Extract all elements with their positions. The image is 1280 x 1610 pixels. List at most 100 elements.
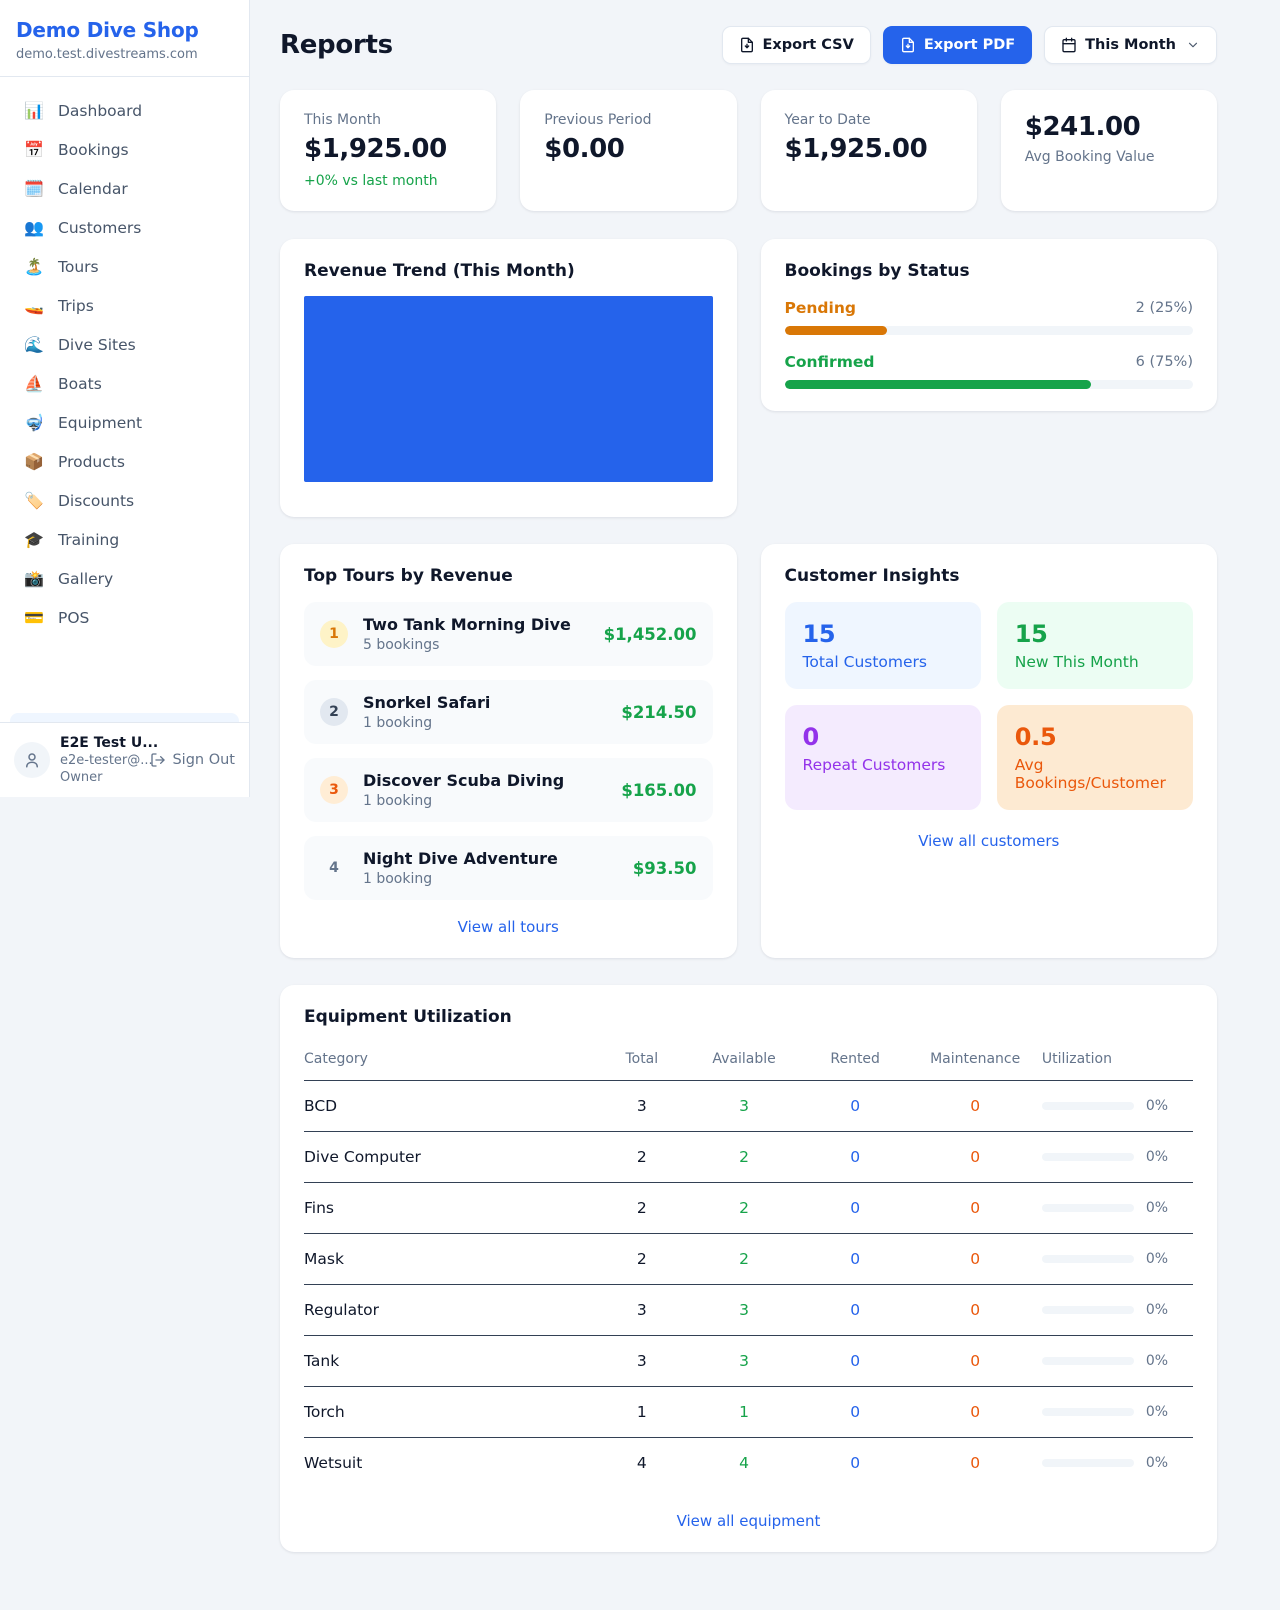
view-all-tours-link[interactable]: View all tours (304, 918, 713, 936)
calendar-icon: 🗓️ (24, 179, 44, 198)
sidebar-item-boats[interactable]: ⛵ Boats (10, 364, 239, 403)
sidebar-item-dashboard[interactable]: 📊 Dashboard (10, 91, 239, 130)
sidebar: Demo Dive Shop demo.test.divestreams.com… (0, 0, 250, 797)
utilization-cell: 0% (1042, 1404, 1193, 1420)
discounts-icon: 🏷️ (24, 491, 44, 510)
equipment-category: Mask (304, 1234, 597, 1285)
sidebar-item-products[interactable]: 📦 Products (10, 442, 239, 481)
utilization-cell: 0% (1042, 1200, 1193, 1216)
tour-name: Discover Scuba Diving (363, 771, 606, 790)
tour-row[interactable]: 1 Two Tank Morning Dive 5 bookings $1,45… (304, 602, 713, 666)
sidebar-item-trips[interactable]: 🚤 Trips (10, 286, 239, 325)
tour-name: Two Tank Morning Dive (363, 615, 589, 634)
sidebar-item-label: POS (58, 609, 89, 627)
equipment-available: 2 (686, 1132, 802, 1183)
sidebar-item-dive-sites[interactable]: 🌊 Dive Sites (10, 325, 239, 364)
calendar-icon (1061, 37, 1077, 53)
progress-fill (785, 380, 1091, 389)
table-row: BCD 3 3 0 0 0% (304, 1081, 1193, 1132)
sidebar-item-equipment[interactable]: 🤿 Equipment (10, 403, 239, 442)
insight-label: Total Customers (803, 653, 963, 671)
table-row: Mask 2 2 0 0 0% (304, 1234, 1193, 1285)
revenue-trend-chart (304, 296, 713, 482)
sign-out-button[interactable]: Sign Out (150, 752, 235, 768)
sidebar-item-label: Trips (58, 297, 94, 315)
insight-label: Repeat Customers (803, 756, 963, 774)
column-header-utilization: Utilization (1042, 1045, 1193, 1081)
equipment-total: 1 (597, 1387, 686, 1438)
table-row: Regulator 3 3 0 0 0% (304, 1285, 1193, 1336)
user-role: Owner (60, 770, 140, 785)
tour-bookings: 1 booking (363, 715, 606, 731)
table-row: Tank 3 3 0 0 0% (304, 1336, 1193, 1387)
equipment-total: 2 (597, 1183, 686, 1234)
insight-value: 15 (1015, 620, 1175, 648)
progress-fill (785, 326, 887, 335)
period-label: This Month (1085, 37, 1176, 53)
pos-icon: 💳 (24, 608, 44, 627)
equipment-maintenance: 0 (908, 1438, 1041, 1489)
tour-revenue: $165.00 (621, 781, 696, 800)
equipment-category: Tank (304, 1336, 597, 1387)
tour-row[interactable]: 4 Night Dive Adventure 1 booking $93.50 (304, 836, 713, 900)
sidebar-item-pos[interactable]: 💳 POS (10, 598, 239, 637)
view-all-customers-link[interactable]: View all customers (785, 832, 1194, 850)
stat-card-avg-booking-value: $241.00 Avg Booking Value (1001, 90, 1217, 211)
period-dropdown[interactable]: This Month (1044, 26, 1217, 64)
column-header-available: Available (686, 1045, 802, 1081)
equipment-table: Category Total Available Rented Maintena… (304, 1045, 1193, 1488)
sidebar-item-label: Dashboard (58, 102, 142, 120)
stats-row: This Month $1,925.00 +0% vs last month P… (280, 90, 1217, 211)
sidebar-item-customers[interactable]: 👥 Customers (10, 208, 239, 247)
trips-icon: 🚤 (24, 296, 44, 315)
tour-revenue: $93.50 (633, 859, 697, 878)
user-footer: E2E Test U... e2e-tester@... Owner Sign … (0, 722, 249, 797)
equipment-available: 3 (686, 1285, 802, 1336)
utilization-cell: 0% (1042, 1302, 1193, 1318)
dashboard-icon: 📊 (24, 101, 44, 120)
sidebar-item-label: Dive Sites (58, 336, 136, 354)
utilization-text: 0% (1146, 1455, 1168, 1471)
insight-tile-avg-bookings: 0.5 Avg Bookings/Customer (997, 705, 1193, 810)
equipment-rented: 0 (802, 1234, 909, 1285)
insight-value: 0 (803, 723, 963, 751)
equipment-rented: 0 (802, 1387, 909, 1438)
stat-label: Previous Period (544, 112, 712, 128)
sidebar-item-bookings[interactable]: 📅 Bookings (10, 130, 239, 169)
sidebar-item-gallery[interactable]: 📸 Gallery (10, 559, 239, 598)
tour-row[interactable]: 3 Discover Scuba Diving 1 booking $165.0… (304, 758, 713, 822)
utilization-cell: 0% (1042, 1098, 1193, 1114)
training-icon: 🎓 (24, 530, 44, 549)
table-header-row: Category Total Available Rented Maintena… (304, 1045, 1193, 1081)
column-header-rented: Rented (802, 1045, 909, 1081)
status-label: Confirmed (785, 353, 875, 371)
sidebar-nav: 📊 Dashboard 📅 Bookings 🗓️ Calendar 👥 Cus… (0, 77, 249, 722)
equipment-utilization-card: Equipment Utilization Category Total Ava… (280, 985, 1217, 1552)
equipment-rented: 0 (802, 1081, 909, 1132)
sidebar-item-label: Products (58, 453, 125, 471)
header-actions: Export CSV Export PDF This Month (722, 26, 1217, 64)
sidebar-item-reports-partial[interactable] (10, 713, 239, 722)
view-all-equipment-link[interactable]: View all equipment (304, 1512, 1193, 1530)
sidebar-item-label: Discounts (58, 492, 134, 510)
sidebar-item-label: Gallery (58, 570, 113, 588)
revenue-trend-title: Revenue Trend (This Month) (304, 261, 713, 281)
sidebar-item-discounts[interactable]: 🏷️ Discounts (10, 481, 239, 520)
export-csv-button[interactable]: Export CSV (722, 26, 871, 64)
boats-icon: ⛵ (24, 374, 44, 393)
insight-tile-new-this-month: 15 New This Month (997, 602, 1193, 689)
revenue-trend-card: Revenue Trend (This Month) (280, 239, 737, 517)
export-pdf-button[interactable]: Export PDF (883, 26, 1032, 64)
table-row: Torch 1 1 0 0 0% (304, 1387, 1193, 1438)
equipment-total: 3 (597, 1081, 686, 1132)
file-download-icon (739, 37, 755, 53)
tour-row[interactable]: 2 Snorkel Safari 1 booking $214.50 (304, 680, 713, 744)
sidebar-item-calendar[interactable]: 🗓️ Calendar (10, 169, 239, 208)
status-value: 2 (25%) (1136, 300, 1193, 316)
sidebar-item-label: Equipment (58, 414, 142, 432)
equipment-category: Regulator (304, 1285, 597, 1336)
sidebar-item-tours[interactable]: 🏝️ Tours (10, 247, 239, 286)
equipment-total: 3 (597, 1285, 686, 1336)
equipment-maintenance: 0 (908, 1387, 1041, 1438)
sidebar-item-training[interactable]: 🎓 Training (10, 520, 239, 559)
